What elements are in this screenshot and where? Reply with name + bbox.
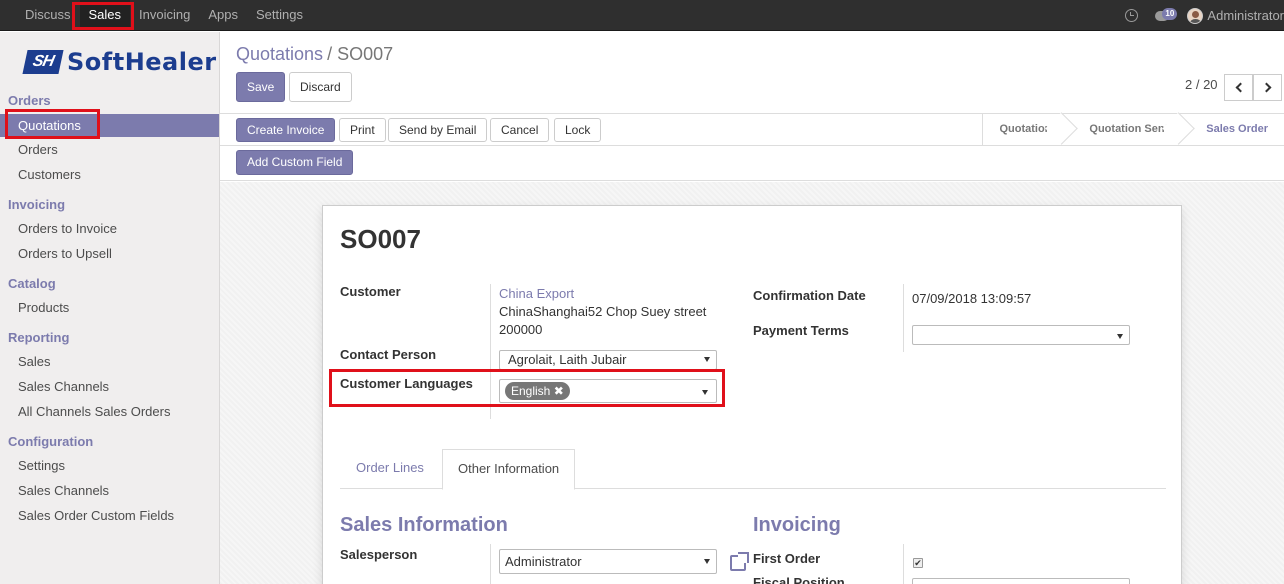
form-sheet: SO007 Customer China Export ChinaShangha… <box>322 205 1182 584</box>
user-avatar[interactable] <box>1187 7 1204 24</box>
custom-field-bar: Add Custom Field <box>220 146 1284 181</box>
customer-link[interactable]: China Export <box>499 286 574 301</box>
caret-down-icon <box>1117 334 1123 339</box>
add-custom-field-button[interactable]: Add Custom Field <box>236 150 354 175</box>
salesperson-select[interactable]: Administrator <box>499 549 717 574</box>
language-tag-english[interactable]: English ✖ <box>505 382 570 400</box>
chat-icon[interactable]: 10 <box>1155 7 1178 21</box>
sidebar-item-customers[interactable]: Customers <box>0 163 219 186</box>
pager-value[interactable]: 2 / 20 <box>1185 77 1218 92</box>
menu-settings[interactable]: Settings <box>247 0 312 31</box>
invoicing-heading: Invoicing <box>753 514 841 536</box>
print-button[interactable]: Print <box>339 118 386 142</box>
tab-other-information[interactable]: Other Information <box>442 449 576 490</box>
sidebar: SH SoftHealer Orders Quotations Orders C… <box>0 32 220 584</box>
logo-mark: SH <box>22 50 64 74</box>
invoicing-divider <box>903 544 904 584</box>
pager-previous-button[interactable] <box>1224 74 1253 101</box>
sidebar-section-orders: Orders <box>8 93 51 108</box>
tab-order-lines[interactable]: Order Lines <box>341 449 439 489</box>
stage-sales-order: Sales Order <box>1206 123 1268 135</box>
chevron-right-icon <box>1261 82 1271 93</box>
sidebar-item-reporting-sales[interactable]: Sales <box>0 350 219 373</box>
customer-address-line-2: 200000 <box>499 322 543 337</box>
contact-person-value: Agrolait, Laith Jubair <box>508 352 627 367</box>
stage-bar: Quotation Quotation Sent Sales Order <box>982 114 1284 145</box>
caret-down-icon <box>702 390 708 395</box>
activity-clock-icon[interactable] <box>1125 9 1139 22</box>
confirmation-date-value[interactable]: 07/09/2018 13:09:57 <box>912 291 1031 306</box>
external-link-icon[interactable] <box>730 552 749 571</box>
statusbar: Create Invoice Print Send by Email Cance… <box>220 113 1284 146</box>
pager-next-button[interactable] <box>1253 74 1282 101</box>
logo-text: SoftHealer <box>67 48 217 76</box>
breadcrumb-separator: / <box>327 44 333 64</box>
right-group-divider <box>903 284 904 352</box>
send-by-email-button[interactable]: Send by Email <box>388 118 488 142</box>
sidebar-section-invoicing: Invoicing <box>8 197 66 212</box>
caret-down-icon <box>704 357 710 362</box>
sidebar-item-config-sales-channels[interactable]: Sales Channels <box>0 479 219 502</box>
control-panel: Quotations / SO007 Save Discard 2 / 20 Cre… <box>220 32 1284 182</box>
first-order-checkbox[interactable]: ✔ <box>913 558 923 568</box>
salesperson-label: Salesperson <box>340 547 418 562</box>
sidebar-item-config-settings[interactable]: Settings <box>0 454 219 477</box>
sales-info-divider <box>490 544 491 584</box>
top-navbar: Discuss Sales Invoicing Apps Settings 10… <box>0 0 1284 31</box>
sidebar-item-orders-to-upsell[interactable]: Orders to Upsell <box>0 242 219 265</box>
breadcrumb-quotations[interactable]: Quotations <box>236 44 323 64</box>
sidebar-section-reporting: Reporting <box>8 330 70 345</box>
menu-apps[interactable]: Apps <box>199 0 247 31</box>
sidebar-item-orders[interactable]: Orders <box>0 138 219 161</box>
order-title: SO007 <box>340 224 421 254</box>
menu-sales[interactable]: Sales <box>79 0 131 31</box>
sales-information-heading: Sales Information <box>340 514 508 536</box>
form-view: SO007 Customer China Export ChinaShangha… <box>220 182 1284 584</box>
create-invoice-button[interactable]: Create Invoice <box>236 118 336 142</box>
menu-invoicing[interactable]: Invoicing <box>130 0 199 31</box>
customer-address-line-1: ChinaShanghai52 Chop Suey street <box>499 304 707 319</box>
sidebar-item-sales-order-custom-fields[interactable]: Sales Order Custom Fields <box>0 504 219 527</box>
fiscal-position-label: Fiscal Position <box>753 575 845 584</box>
customer-languages-label: Customer Languages <box>340 376 473 391</box>
systray: 10 Administrator <box>1125 0 1284 31</box>
stage-quotation-sent[interactable]: Quotation Sent <box>1067 114 1184 145</box>
chat-count-badge: 10 <box>1162 7 1178 20</box>
sidebar-item-orders-to-invoice[interactable]: Orders to Invoice <box>0 217 219 240</box>
customer-languages-field[interactable]: English ✖ <box>499 379 717 403</box>
breadcrumb-current: SO007 <box>337 44 394 64</box>
stage-quotation[interactable]: Quotation <box>983 114 1067 145</box>
contact-person-label: Contact Person <box>340 347 437 362</box>
sidebar-section-configuration: Configuration <box>8 434 94 449</box>
payment-terms-label: Payment Terms <box>753 323 849 338</box>
salesperson-value: Administrator <box>505 554 582 569</box>
company-logo: SH SoftHealer <box>22 48 217 76</box>
left-group-divider <box>490 284 491 419</box>
contact-person-select[interactable]: Agrolait, Laith Jubair <box>499 350 717 370</box>
app-menu: Discuss Sales Invoicing Apps Settings <box>16 0 312 31</box>
discard-button[interactable]: Discard <box>289 72 352 102</box>
menu-discuss[interactable]: Discuss <box>16 0 80 31</box>
sidebar-item-reporting-sales-channels[interactable]: Sales Channels <box>0 375 219 398</box>
user-menu[interactable]: Administrator <box>1207 8 1284 23</box>
notebook-tabs: Order Lines Other Information <box>340 449 1166 490</box>
save-button[interactable]: Save <box>236 72 286 102</box>
breadcrumb: Quotations / SO007 <box>236 44 393 65</box>
first-order-label: First Order <box>753 551 821 566</box>
cancel-button[interactable]: Cancel <box>490 118 550 142</box>
customer-label: Customer <box>340 284 401 299</box>
sidebar-section-catalog: Catalog <box>8 276 56 291</box>
sidebar-item-all-channels-sales-orders[interactable]: All Channels Sales Orders <box>0 400 219 423</box>
confirmation-date-label: Confirmation Date <box>753 288 866 303</box>
chevron-left-icon <box>1235 82 1245 93</box>
fiscal-position-select[interactable] <box>912 578 1130 584</box>
sidebar-item-quotations[interactable]: Quotations <box>0 114 219 137</box>
lock-button[interactable]: Lock <box>554 118 602 142</box>
caret-down-icon <box>704 559 710 564</box>
payment-terms-select[interactable] <box>912 325 1130 345</box>
sidebar-item-products[interactable]: Products <box>0 296 219 319</box>
